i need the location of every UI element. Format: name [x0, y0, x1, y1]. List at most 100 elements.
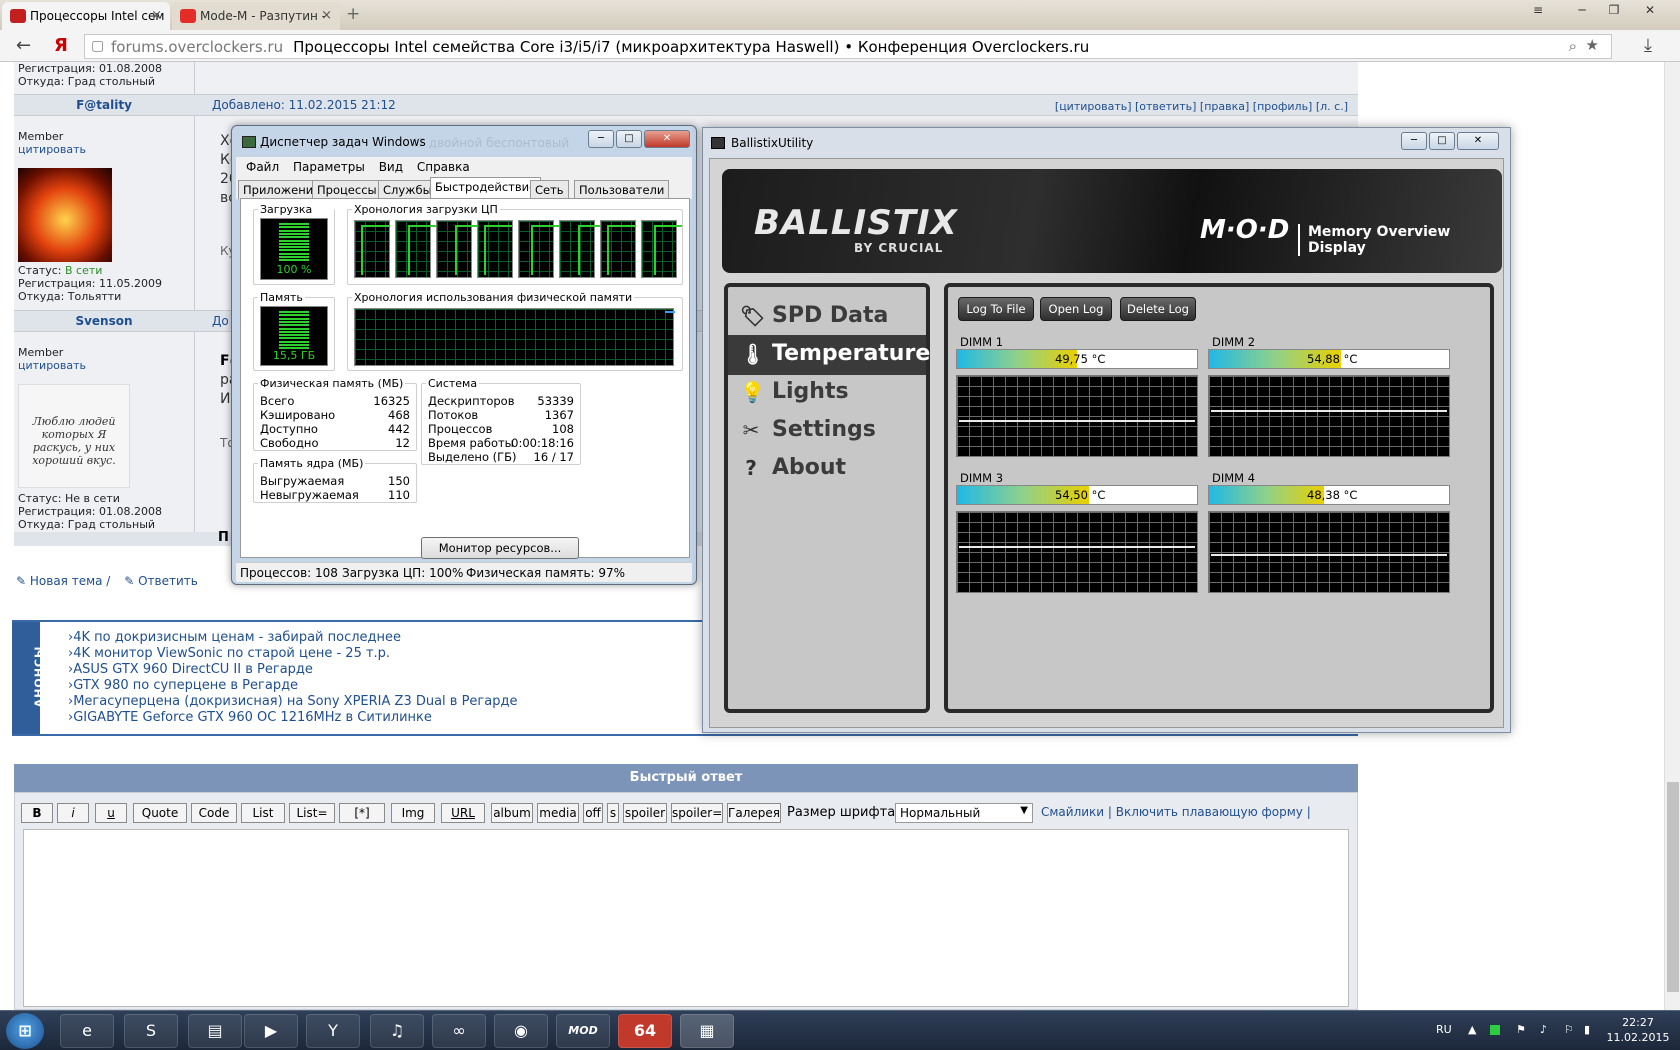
close-tab-icon[interactable]: × — [151, 8, 162, 23]
menu-view[interactable]: Вид — [379, 160, 403, 174]
menu-icon[interactable]: ≡ — [1524, 0, 1552, 20]
strike-button[interactable]: s — [607, 803, 619, 823]
announcement-text[interactable]: Мегасуперцена (докризисная) на Sony XPER… — [73, 694, 517, 709]
img-button[interactable]: Img — [391, 803, 435, 823]
announcement-link[interactable]: ›4K монитор ViewSonic по старой цене - 2… — [68, 646, 390, 661]
tab-performance[interactable]: Быстродействие — [430, 177, 542, 199]
spoiler-titled-button[interactable]: spoiler= — [671, 803, 723, 823]
browser-tab-forum[interactable]: Процессоры Intel сем × — [2, 2, 170, 30]
reply-textarea[interactable] — [23, 829, 1349, 1007]
resource-monitor-button[interactable]: Монитор ресурсов... — [421, 537, 579, 559]
menu-file[interactable]: Файл — [246, 160, 279, 174]
maximize-button[interactable]: □ — [616, 130, 642, 148]
network-icon[interactable]: ▮ — [1584, 1023, 1590, 1036]
maximize-button[interactable]: □ — [1429, 132, 1455, 150]
album-button[interactable]: album — [491, 803, 533, 823]
tray-status-icon[interactable] — [1490, 1025, 1500, 1035]
open-log-button[interactable]: Open Log — [1040, 297, 1112, 321]
volume-icon[interactable]: ♪ — [1540, 1023, 1547, 1036]
nav-about[interactable]: ? About — [728, 449, 926, 489]
announcement-text[interactable]: 4K по докризисным ценам - забирай послед… — [73, 630, 401, 645]
italic-button[interactable]: i — [57, 803, 89, 823]
announcement-text[interactable]: GTX 980 по суперцене в Регарде — [73, 678, 298, 693]
close-button[interactable]: ✕ — [1457, 132, 1499, 150]
underline-button[interactable]: u — [95, 803, 127, 823]
nav-lights[interactable]: 💡 Lights — [728, 373, 926, 413]
minimize-button[interactable]: ─ — [588, 130, 614, 148]
minimize-icon[interactable]: ─ — [1568, 0, 1596, 20]
tray-expand-icon[interactable]: ▲ — [1468, 1023, 1476, 1036]
visual-studio-icon[interactable]: ∞ — [432, 1014, 486, 1048]
back-arrow-icon[interactable]: ← — [16, 35, 31, 56]
media-player-icon[interactable]: ▶ — [244, 1014, 298, 1048]
internet-explorer-icon[interactable]: e — [60, 1014, 114, 1048]
nav-spd-data[interactable]: 🏷 SPD Data — [728, 297, 926, 337]
quick-reply-links[interactable]: Смайлики | Включить плавающую форму | — [1041, 805, 1311, 819]
url-button[interactable]: URL — [441, 803, 485, 823]
skype-icon[interactable]: S — [124, 1014, 178, 1048]
tab-services[interactable]: Службы — [378, 180, 437, 199]
off-button[interactable]: off — [583, 803, 603, 823]
announcement-link[interactable]: ›GTX 980 по суперцене в Регарде — [68, 678, 298, 693]
address-field[interactable]: ▢ forums.overclockers.ru Процессоры Intel… — [84, 34, 1612, 59]
quote-button[interactable]: Quote — [133, 803, 187, 823]
announcement-link[interactable]: ›ASUS GTX 960 DirectCU II в Регарде — [68, 662, 313, 677]
flag-icon[interactable]: ⚐ — [1564, 1023, 1574, 1036]
tab-processes[interactable]: Процессы — [312, 180, 382, 199]
tab-network[interactable]: Сеть — [530, 180, 569, 199]
new-topic-link[interactable]: Новая тема / — [30, 574, 110, 588]
list-item-button[interactable]: [*] — [339, 803, 385, 823]
reply-link[interactable]: Ответить — [138, 574, 198, 588]
list-numbered-button[interactable]: List= — [289, 803, 335, 823]
quote-link[interactable]: цитировать — [18, 143, 86, 156]
close-button[interactable]: ✕ — [644, 130, 690, 148]
menu-options[interactable]: Параметры — [293, 160, 365, 174]
nav-temperature[interactable]: 🌡 Temperature — [728, 335, 930, 375]
page-scrollbar[interactable] — [1664, 62, 1680, 1010]
new-tab-button[interactable]: + — [346, 4, 360, 24]
log-to-file-button[interactable]: Log To File — [958, 297, 1034, 321]
ballistix-mod-taskbar-icon[interactable]: MOD — [556, 1014, 610, 1048]
zoom-icon[interactable]: ⌕ — [1569, 37, 1577, 55]
announcement-text[interactable]: GIGABYTE Geforce GTX 960 OC 1216MHz в Си… — [73, 710, 432, 725]
post-action-links[interactable]: [цитировать] [ответить] [правка] [профил… — [1055, 100, 1348, 113]
list-button[interactable]: List — [241, 803, 285, 823]
post-author-name[interactable]: F@tality — [14, 98, 194, 112]
start-button[interactable]: ⊞ — [6, 1013, 44, 1049]
download-icon[interactable]: ⤓ — [1644, 35, 1652, 56]
announcement-text[interactable]: 4K монитор ViewSonic по старой цене - 25… — [73, 646, 390, 661]
menu-help[interactable]: Справка — [417, 160, 470, 174]
minimize-button[interactable]: ─ — [1401, 132, 1427, 150]
bold-button[interactable]: B — [21, 803, 53, 823]
system-clock[interactable]: 22:27 11.02.2015 — [1600, 1015, 1676, 1045]
nav-settings[interactable]: ✂ Settings — [728, 411, 926, 451]
announcement-link[interactable]: ›GIGABYTE Geforce GTX 960 OC 1216MHz в С… — [68, 710, 432, 725]
announcement-link[interactable]: ›4K по докризисным ценам - забирай после… — [68, 630, 401, 645]
flag-icon[interactable]: ⚑ — [1516, 1023, 1526, 1036]
yandex-browser-icon[interactable]: Y — [306, 1014, 360, 1048]
restore-icon[interactable]: ❐ — [1600, 0, 1628, 20]
chrome-icon[interactable]: ◉ — [494, 1014, 548, 1048]
language-indicator[interactable]: RU — [1436, 1023, 1452, 1036]
itunes-icon[interactable]: ♫ — [370, 1014, 424, 1048]
delete-log-button[interactable]: Delete Log — [1120, 297, 1196, 321]
spoiler-button[interactable]: spoiler — [623, 803, 667, 823]
bookmark-star-icon[interactable]: ★ — [1586, 36, 1599, 54]
font-size-select[interactable]: Нормальный ▼ — [895, 803, 1033, 823]
code-button[interactable]: Code — [191, 803, 237, 823]
tab-users[interactable]: Пользователи — [574, 180, 670, 199]
quote-link[interactable]: цитировать — [18, 359, 86, 372]
close-window-icon[interactable]: ✕ — [1636, 0, 1664, 20]
close-tab-icon[interactable]: × — [321, 8, 332, 23]
media-button[interactable]: media — [537, 803, 579, 823]
announcement-link[interactable]: ›Мегасуперцена (докризисная) на Sony XPE… — [68, 694, 517, 709]
task-manager-taskbar-icon[interactable]: ▦ — [680, 1014, 734, 1048]
announcement-text[interactable]: ASUS GTX 960 DirectCU II в Регарде — [73, 662, 313, 677]
aida64-icon[interactable]: 64 — [618, 1014, 672, 1048]
file-explorer-icon[interactable]: ▤ — [188, 1014, 242, 1048]
gallery-button[interactable]: Галерея — [727, 803, 781, 823]
browser-tab-youtube[interactable]: Mode-M - Разпутин - × — [172, 2, 340, 30]
post-author-name[interactable]: Svenson — [14, 314, 194, 328]
yandex-icon[interactable]: Я — [54, 35, 68, 56]
scrollbar-thumb[interactable] — [1667, 782, 1679, 992]
